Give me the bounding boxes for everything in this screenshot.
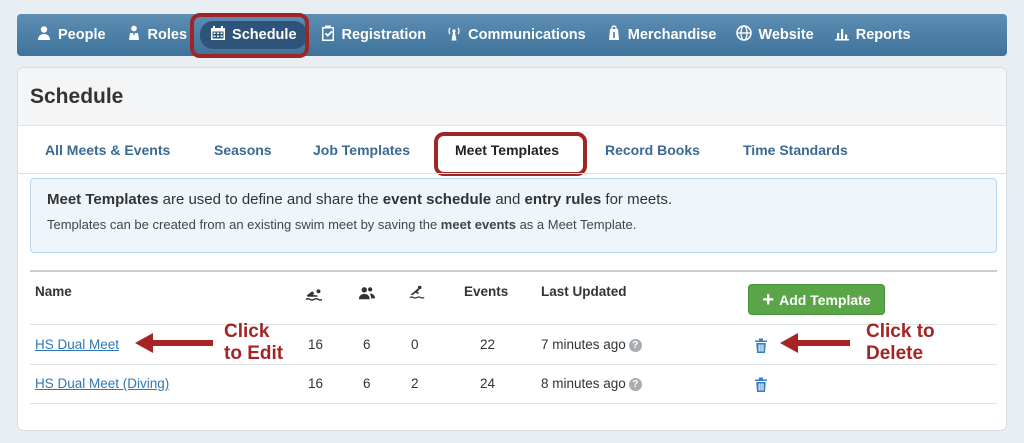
trash-icon[interactable] [754,338,768,353]
col-header-name: Name [35,284,72,299]
tab-time-standards[interactable]: Time Standards [743,142,848,158]
nav-merchandise-label: Merchandise [627,27,717,43]
add-template-label: Add Template [779,291,871,308]
last-updated: 8 minutes ago? [541,376,642,391]
nav-communications[interactable]: Communications [439,21,593,49]
template-link-hs-dual-meet[interactable]: HS Dual Meet [35,337,119,352]
col-header-events: Events [464,284,509,299]
info-term-event-schedule: event schedule [382,191,492,208]
divers-count: 0 [411,337,419,352]
info-term-entry-rules: entry rules [524,191,602,208]
tab-all-meets-events[interactable]: All Meets & Events [45,142,170,158]
globe-icon [736,25,753,45]
delete-arrow [780,333,850,353]
nav-roles-label: Roles [147,27,188,43]
info-text: and [491,191,525,208]
info-line-2: Templates can be created from an existin… [47,217,996,232]
swimmers-count: 16 [308,376,324,391]
col-header-last-updated: Last Updated [541,284,627,299]
info-text: Templates can be created from an existin… [47,217,441,232]
info-text: as a Meet Template. [515,217,637,232]
annotation-line: Click [224,321,270,342]
click-to-edit-annotation: Click to Edit [224,321,283,365]
schedule-card: Schedule All Meets & Events Seasons Job … [17,67,1007,431]
plus-icon: + [762,288,775,311]
coaches-count: 6 [363,376,371,391]
tab-meet-templates[interactable]: Meet Templates [455,142,559,158]
events-count: 22 [480,337,496,352]
tab-job-templates[interactable]: Job Templates [313,142,410,158]
nav-people-label: People [58,27,106,43]
role-icon [126,25,142,45]
swimmer-icon [305,286,323,305]
nav-communications-label: Communications [468,27,586,43]
info-box: Meet Templates are used to define and sh… [30,178,997,253]
trash-icon[interactable] [754,377,768,392]
nav-website-label: Website [758,27,814,43]
tab-record-books[interactable]: Record Books [605,142,700,158]
coaches-count: 6 [363,337,371,352]
nav-people[interactable]: People [29,21,113,49]
row-divider [30,403,997,404]
schedule-highlight-box [190,13,309,58]
row-divider [30,324,997,325]
nav-reports[interactable]: Reports [827,21,918,49]
page-title: Schedule [30,85,124,108]
diver-icon [408,284,426,303]
edit-arrow [135,333,213,353]
card-header: Schedule [18,68,1006,126]
annotation-line: Delete [866,343,924,364]
template-link-hs-dual-meet-diving[interactable]: HS Dual Meet (Diving) [35,376,169,391]
nav-website[interactable]: Website [729,21,820,49]
top-nav: People Roles Schedule Registration Commu… [17,14,1007,56]
nav-registration-label: Registration [341,27,427,43]
events-count: 24 [480,376,496,391]
click-to-delete-annotation: Click to Delete [866,321,935,365]
annotation-line: Click to [866,321,935,342]
info-term-meet-templates: Meet Templates [47,191,159,208]
clipboard-check-icon [320,25,336,45]
broadcast-icon [446,25,462,45]
tab-seasons[interactable]: Seasons [214,142,272,158]
bag-icon [606,25,622,45]
info-text: for meets. [601,191,673,208]
templates-table: Name Events Last Updated + Add Template … [30,270,997,404]
help-icon[interactable]: ? [628,338,642,352]
coach-group-icon [358,285,376,304]
annotation-line: to Edit [224,343,284,364]
nav-registration[interactable]: Registration [313,21,434,49]
last-updated: 7 minutes ago? [541,337,642,352]
row-divider [30,364,997,365]
last-updated-text: 8 minutes ago [541,376,626,391]
info-line-1: Meet Templates are used to define and sh… [47,191,996,208]
add-template-button[interactable]: + Add Template [748,284,885,315]
bar-chart-icon [834,25,850,45]
nav-merchandise[interactable]: Merchandise [599,21,724,49]
tab-bar: All Meets & Events Seasons Job Templates… [18,126,1006,174]
nav-reports-label: Reports [855,27,911,43]
person-icon [36,25,52,45]
help-icon[interactable]: ? [628,377,642,391]
swimmers-count: 16 [308,337,324,352]
info-term-meet-events: meet events [440,217,516,232]
nav-roles[interactable]: Roles [119,21,195,49]
info-text: are used to define and share the [158,191,383,208]
divers-count: 2 [411,376,419,391]
last-updated-text: 7 minutes ago [541,337,626,352]
